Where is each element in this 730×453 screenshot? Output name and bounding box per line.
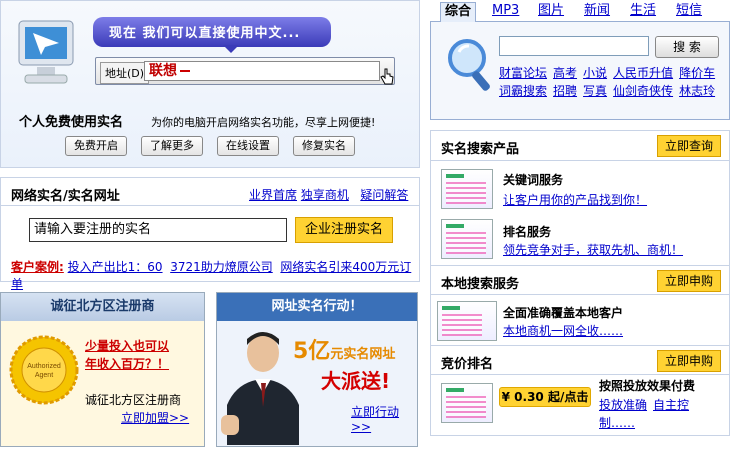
svg-text:Agent: Agent — [35, 372, 53, 379]
address-field[interactable]: 联想 — [144, 61, 380, 81]
realname-input[interactable]: 请输入要注册的实名 — [29, 218, 287, 242]
seal-icon: Authorized Agent — [9, 335, 79, 405]
learn-more-button[interactable]: 了解更多 — [141, 136, 203, 156]
cases-label[interactable]: 客户案例: — [11, 260, 64, 274]
case-link[interactable]: 3721助力燎原公司 — [170, 260, 273, 274]
promo-title: 个人免费使用实名 — [19, 115, 124, 130]
section-header-realname-search: 实名搜索产品 立即查询 — [431, 131, 729, 161]
tab-news[interactable]: 新闻 — [580, 2, 614, 22]
case-link[interactable]: 投入产出比1：60 — [68, 260, 163, 274]
link-exclusive-opportunity[interactable]: 独享商机 — [301, 188, 349, 202]
tab-images[interactable]: 图片 — [534, 2, 568, 22]
address-bar: 地址(D) 联想 — [95, 57, 395, 85]
header-links: 业界首席 独享商机 疑问解答 — [249, 186, 408, 203]
hot-link[interactable]: 词霸搜索 — [499, 84, 547, 98]
realname-action-card: 网址实名行动！ 5亿元实名网址 大派送! 立即行动>> — [216, 292, 418, 447]
hot-link[interactable]: 写真 — [583, 84, 607, 98]
act-now-link[interactable]: 立即行动>> — [351, 403, 417, 434]
hot-search-links: 财富论坛 高考 小说 人民币升值 降价车 词霸搜索 招聘 写真 仙剑奇侠传 林志玲 — [499, 64, 721, 100]
products-panel: 实名搜索产品 立即查询 关键词服务 让客户用你的产品找到你！ 排名服务 领先竞争… — [430, 130, 730, 436]
slogan-line-1[interactable]: 少量投入也可以 — [85, 337, 169, 355]
item-title: 按照投放效果付费 — [599, 379, 696, 393]
customer-cases: 客户案例: 投入产出比1：60 3721助力燎原公司 网络实名引来400万元订单 — [11, 258, 419, 292]
self-control-link[interactable]: 自主控 — [653, 396, 689, 413]
search-input[interactable] — [499, 36, 649, 56]
item-title: 排名服务 — [503, 225, 552, 239]
search-tabs: 综合 MP3 图片 新闻 生活 短信 — [430, 0, 730, 23]
svg-text:Authorized: Authorized — [27, 363, 61, 370]
hot-link[interactable]: 仙剑奇侠传 — [613, 84, 673, 98]
tab-general[interactable]: 综合 — [440, 2, 477, 23]
hot-link[interactable]: 财富论坛 — [499, 66, 547, 80]
headline-giveaway: 大派送! — [321, 369, 391, 393]
query-now-button[interactable]: 立即查询 — [657, 135, 721, 157]
hot-link[interactable]: 高考 — [553, 66, 577, 80]
link-faq[interactable]: 疑问解答 — [360, 188, 408, 202]
tab-mp3[interactable]: MP3 — [488, 2, 523, 22]
ranking-service-thumbnail — [441, 219, 493, 259]
hand-pointer-icon — [380, 68, 394, 85]
online-settings-button[interactable]: 在线设置 — [217, 136, 279, 156]
promo-desc: 为你的电脑开启网络实名功能，尽享上网便捷! — [151, 116, 376, 129]
realname-register-panel: 网络实名/实名网址 业界首席 独享商机 疑问解答 请输入要注册的实名 企业注册实… — [0, 177, 420, 291]
local-search-link[interactable]: 本地商机一网全收…… — [503, 322, 623, 339]
repair-realname-button[interactable]: 修复实名 — [293, 136, 355, 156]
hot-link[interactable]: 林志玲 — [679, 84, 715, 98]
text-caret — [180, 70, 190, 72]
recruit-line: 诚征北方区注册商 — [85, 393, 182, 407]
section-title: 竞价排名 — [441, 357, 494, 372]
join-now-link[interactable]: 立即加盟>> — [121, 409, 189, 426]
tab-life[interactable]: 生活 — [626, 2, 660, 22]
search-panel: 搜 索 财富论坛 高考 小说 人民币升值 降价车 词霸搜索 招聘 写真 仙剑奇侠传 林志玲 — [430, 22, 730, 120]
price-badge: ¥ 0.30 起/点击 — [499, 387, 591, 407]
hot-link[interactable]: 小说 — [583, 66, 607, 80]
realname-promo-panel: 现在 我们可以直接使用中文... 地址(D) 联想 个人免费使用实名 为你的电脑… — [0, 0, 420, 168]
link-industry-first[interactable]: 业界首席 — [249, 188, 297, 202]
address-label: 地址(D) — [100, 62, 150, 84]
recruit-slogan: 少量投入也可以 年收入百万？！ — [85, 337, 169, 373]
keyword-service-link[interactable]: 让客户用你的产品找到你！ — [503, 191, 647, 208]
item-title: 全面准确覆盖本地客户 — [503, 306, 624, 320]
bid-ranking-thumbnail — [441, 383, 493, 423]
magnifier-icon — [448, 39, 490, 91]
keyword-service-thumbnail — [441, 169, 493, 209]
panel-header: 网络实名/实名网址 业界首席 独享商机 疑问解答 — [1, 178, 419, 206]
monitor-icon — [18, 20, 74, 84]
panel-title: 网络实名/实名网址 — [11, 189, 120, 204]
dealer-recruit-card: 诚征北方区注册商 Authorized Agent 少量投入也可以 年收入百万？… — [0, 292, 205, 447]
card-title: 网址实名行动！ — [217, 293, 417, 321]
section-header-local-search: 本地搜索服务 立即申购 — [431, 265, 729, 295]
precise-delivery-link[interactable]: 投放准确 — [599, 396, 647, 413]
buy-now-button[interactable]: 立即申购 — [657, 270, 721, 292]
hot-link[interactable]: 人民币升值 — [613, 66, 673, 80]
section-title: 实名搜索产品 — [441, 142, 520, 157]
headline-amount: 5亿 — [293, 339, 331, 364]
businessman-image — [221, 332, 299, 445]
enterprise-register-button[interactable]: 企业注册实名 — [295, 217, 393, 243]
control-link-cont[interactable]: 制…… — [599, 414, 635, 431]
speech-bubble: 现在 我们可以直接使用中文... — [93, 17, 331, 53]
headline-tail: 元实名网址 — [330, 347, 396, 362]
local-search-thumbnail — [437, 301, 497, 341]
hot-link[interactable]: 降价车 — [679, 66, 715, 80]
campaign-headline: 5亿元实名网址 大派送! — [293, 339, 395, 394]
section-title: 本地搜索服务 — [441, 277, 520, 292]
section-header-bid-ranking: 竞价排名 立即申购 — [431, 345, 729, 375]
ranking-service-link[interactable]: 领先竞争对手，获取先机、商机！ — [503, 241, 683, 258]
slogan-line-2[interactable]: 年收入百万？！ — [85, 355, 169, 373]
enable-free-button[interactable]: 免费开启 — [65, 136, 127, 156]
address-value: 联想 — [149, 63, 177, 79]
hot-link[interactable]: 招聘 — [553, 84, 577, 98]
buy-now-button[interactable]: 立即申购 — [657, 350, 721, 372]
card-title: 诚征北方区注册商 — [1, 293, 204, 321]
tab-sms[interactable]: 短信 — [672, 2, 706, 22]
item-title: 关键词服务 — [503, 173, 564, 187]
search-button[interactable]: 搜 索 — [655, 36, 719, 58]
